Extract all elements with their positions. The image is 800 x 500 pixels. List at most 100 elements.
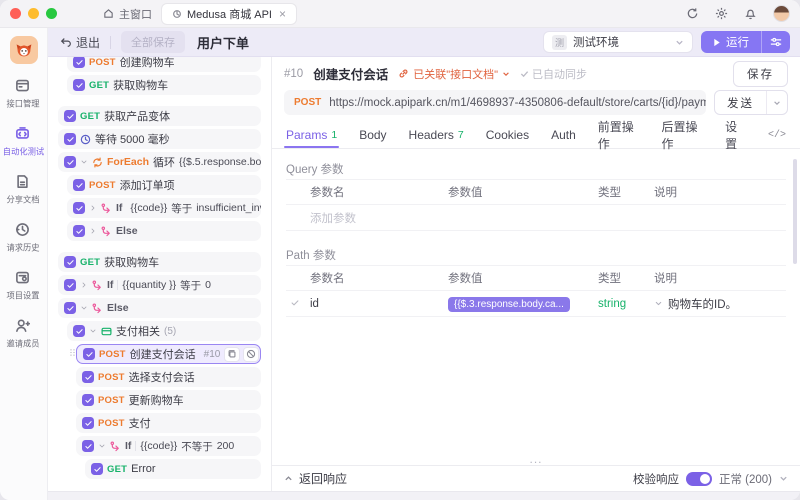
- tab-tab6[interactable]: 后置操作: [661, 122, 703, 148]
- step-checkbox[interactable]: [82, 417, 94, 429]
- minimize-window-button[interactable]: [28, 8, 39, 19]
- sidebar-item-3[interactable]: 请求历史: [1, 222, 46, 254]
- validate-response-toggle[interactable]: [686, 472, 712, 486]
- chevron-right-icon[interactable]: [89, 227, 97, 235]
- add-param-placeholder[interactable]: 添加参数: [310, 210, 448, 226]
- chevron-right-icon[interactable]: [80, 281, 88, 289]
- close-tab-icon[interactable]: ×: [279, 7, 286, 21]
- step-checkbox[interactable]: [64, 302, 76, 314]
- query-add-row[interactable]: 添加参数: [286, 205, 786, 231]
- step-checkbox[interactable]: [82, 440, 94, 452]
- step-checkbox[interactable]: [64, 256, 76, 268]
- gear-icon[interactable]: [715, 7, 729, 21]
- tab-cookies[interactable]: Cookies: [486, 122, 529, 148]
- path-param-row-0[interactable]: id{{$.3.response.body.ca... string购物车的ID。: [286, 291, 786, 317]
- tab-body[interactable]: Body: [359, 122, 386, 148]
- chevron-down-icon[interactable]: [80, 158, 88, 166]
- send-options-button[interactable]: [766, 91, 787, 114]
- tab-auth[interactable]: Auth: [551, 122, 576, 148]
- exit-button[interactable]: 退出: [60, 34, 100, 51]
- disable-step-button[interactable]: [243, 347, 259, 362]
- tab-headers[interactable]: Headers7: [409, 122, 464, 148]
- save-button[interactable]: 保存: [733, 61, 788, 87]
- step-row-3[interactable]: 等待 5000 毫秒: [58, 129, 261, 149]
- send-button[interactable]: 发送: [715, 91, 766, 114]
- close-window-button[interactable]: [10, 8, 21, 19]
- sidebar-item-0[interactable]: 接口管理: [1, 78, 46, 110]
- step-row-17[interactable]: GETError: [85, 459, 261, 479]
- column-header: 说明: [654, 184, 786, 200]
- step-row-11[interactable]: 支付相关(5): [67, 321, 261, 341]
- user-avatar[interactable]: [773, 5, 790, 22]
- step-row-5[interactable]: POST添加订单项: [67, 175, 261, 195]
- step-checkbox[interactable]: [83, 348, 95, 360]
- step-checkbox[interactable]: [82, 371, 94, 383]
- sync-icon[interactable]: [686, 7, 700, 21]
- step-checkbox[interactable]: [91, 463, 103, 475]
- tab-tab7[interactable]: 设置: [725, 122, 746, 148]
- step-row-7[interactable]: Else: [67, 221, 261, 241]
- param-description[interactable]: 购物车的ID。: [654, 296, 786, 312]
- step-row-14[interactable]: POST更新购物车: [76, 390, 261, 410]
- param-value-chip[interactable]: {{$.3.response.body.ca...: [448, 297, 570, 312]
- step-checkbox[interactable]: [73, 179, 85, 191]
- sidebar-item-4[interactable]: 项目设置: [1, 270, 46, 302]
- chevron-down-icon[interactable]: [98, 442, 106, 450]
- window-tab-project[interactable]: Medusa 商城 API ×: [162, 4, 296, 24]
- bell-icon[interactable]: [744, 7, 758, 21]
- response-toggle-button[interactable]: 返回响应: [284, 470, 347, 487]
- step-row-2[interactable]: GET获取产品变体: [58, 106, 261, 126]
- environment-select[interactable]: 测 测试环境: [543, 31, 693, 53]
- scrollbar[interactable]: [793, 159, 797, 264]
- window-tab-main[interactable]: 主窗口: [93, 4, 162, 24]
- step-checkbox[interactable]: [64, 156, 76, 168]
- response-resize-handle[interactable]: ...: [272, 455, 800, 465]
- step-row-6[interactable]: If{{code}}等于insufficient_inventory: [67, 198, 261, 218]
- step-checkbox[interactable]: [64, 279, 76, 291]
- run-options-button[interactable]: [761, 31, 790, 53]
- step-checkbox[interactable]: [64, 110, 76, 122]
- step-checkbox[interactable]: [64, 133, 76, 145]
- step-row-10[interactable]: Else: [58, 298, 261, 318]
- chevron-right-icon[interactable]: [89, 204, 97, 212]
- step-row-13[interactable]: POST选择支付会话: [76, 367, 261, 387]
- step-row-1[interactable]: GET获取购物车: [67, 75, 261, 95]
- maximize-window-button[interactable]: [46, 8, 57, 19]
- save-all-button[interactable]: 全部保存: [121, 31, 185, 53]
- step-row-12[interactable]: POST创建支付会话#10+: [76, 344, 261, 364]
- step-checkbox[interactable]: [73, 325, 85, 337]
- param-value-cell[interactable]: {{$.3.response.body.ca...: [448, 298, 598, 310]
- step-row-4[interactable]: ForEach循环{{$.5.response.body.variants}}: [58, 152, 261, 172]
- project-logo[interactable]: [10, 36, 38, 64]
- step-checkbox[interactable]: [73, 202, 85, 214]
- param-type[interactable]: string: [598, 298, 654, 310]
- chevron-down-icon[interactable]: [80, 304, 88, 312]
- step-checkbox[interactable]: [73, 225, 85, 237]
- tab-params[interactable]: Params1: [286, 122, 337, 148]
- step-row-9[interactable]: If{{quantity }}等于0: [58, 275, 261, 295]
- run-button[interactable]: 运行: [701, 31, 761, 53]
- sidebar-item-5[interactable]: 邀请成员: [1, 318, 46, 350]
- chevron-down-icon[interactable]: [89, 327, 97, 335]
- chevron-down-icon[interactable]: [654, 299, 663, 308]
- param-name[interactable]: id: [310, 298, 448, 310]
- check-icon: [520, 69, 529, 78]
- step-row-16[interactable]: If{{code}}不等于200: [76, 436, 261, 456]
- chevron-down-icon[interactable]: [779, 474, 788, 483]
- step-row-8[interactable]: GET获取购物车: [58, 252, 261, 272]
- step-checkbox[interactable]: [82, 394, 94, 406]
- url-input[interactable]: POST https://mock.apipark.cn/m1/4698937-…: [284, 90, 706, 115]
- sidebar-item-1[interactable]: 自动化测试: [1, 126, 46, 158]
- step-label: 循环: [153, 154, 175, 170]
- sidebar-item-2[interactable]: 分享文档: [1, 174, 46, 206]
- duplicate-step-button[interactable]: [224, 347, 240, 362]
- drag-handle-icon[interactable]: [68, 348, 77, 357]
- linked-api-doc-button[interactable]: 已关联"接口文档": [398, 66, 510, 82]
- tab-tab5[interactable]: 前置操作: [598, 122, 640, 148]
- step-checkbox[interactable]: [73, 79, 85, 91]
- step-row-15[interactable]: POST支付: [76, 413, 261, 433]
- code-view-icon[interactable]: </>: [768, 130, 786, 141]
- step-row-0[interactable]: POST创建购物车: [67, 57, 261, 72]
- step-checkbox[interactable]: [73, 57, 85, 68]
- param-check-icon[interactable]: [290, 298, 300, 308]
